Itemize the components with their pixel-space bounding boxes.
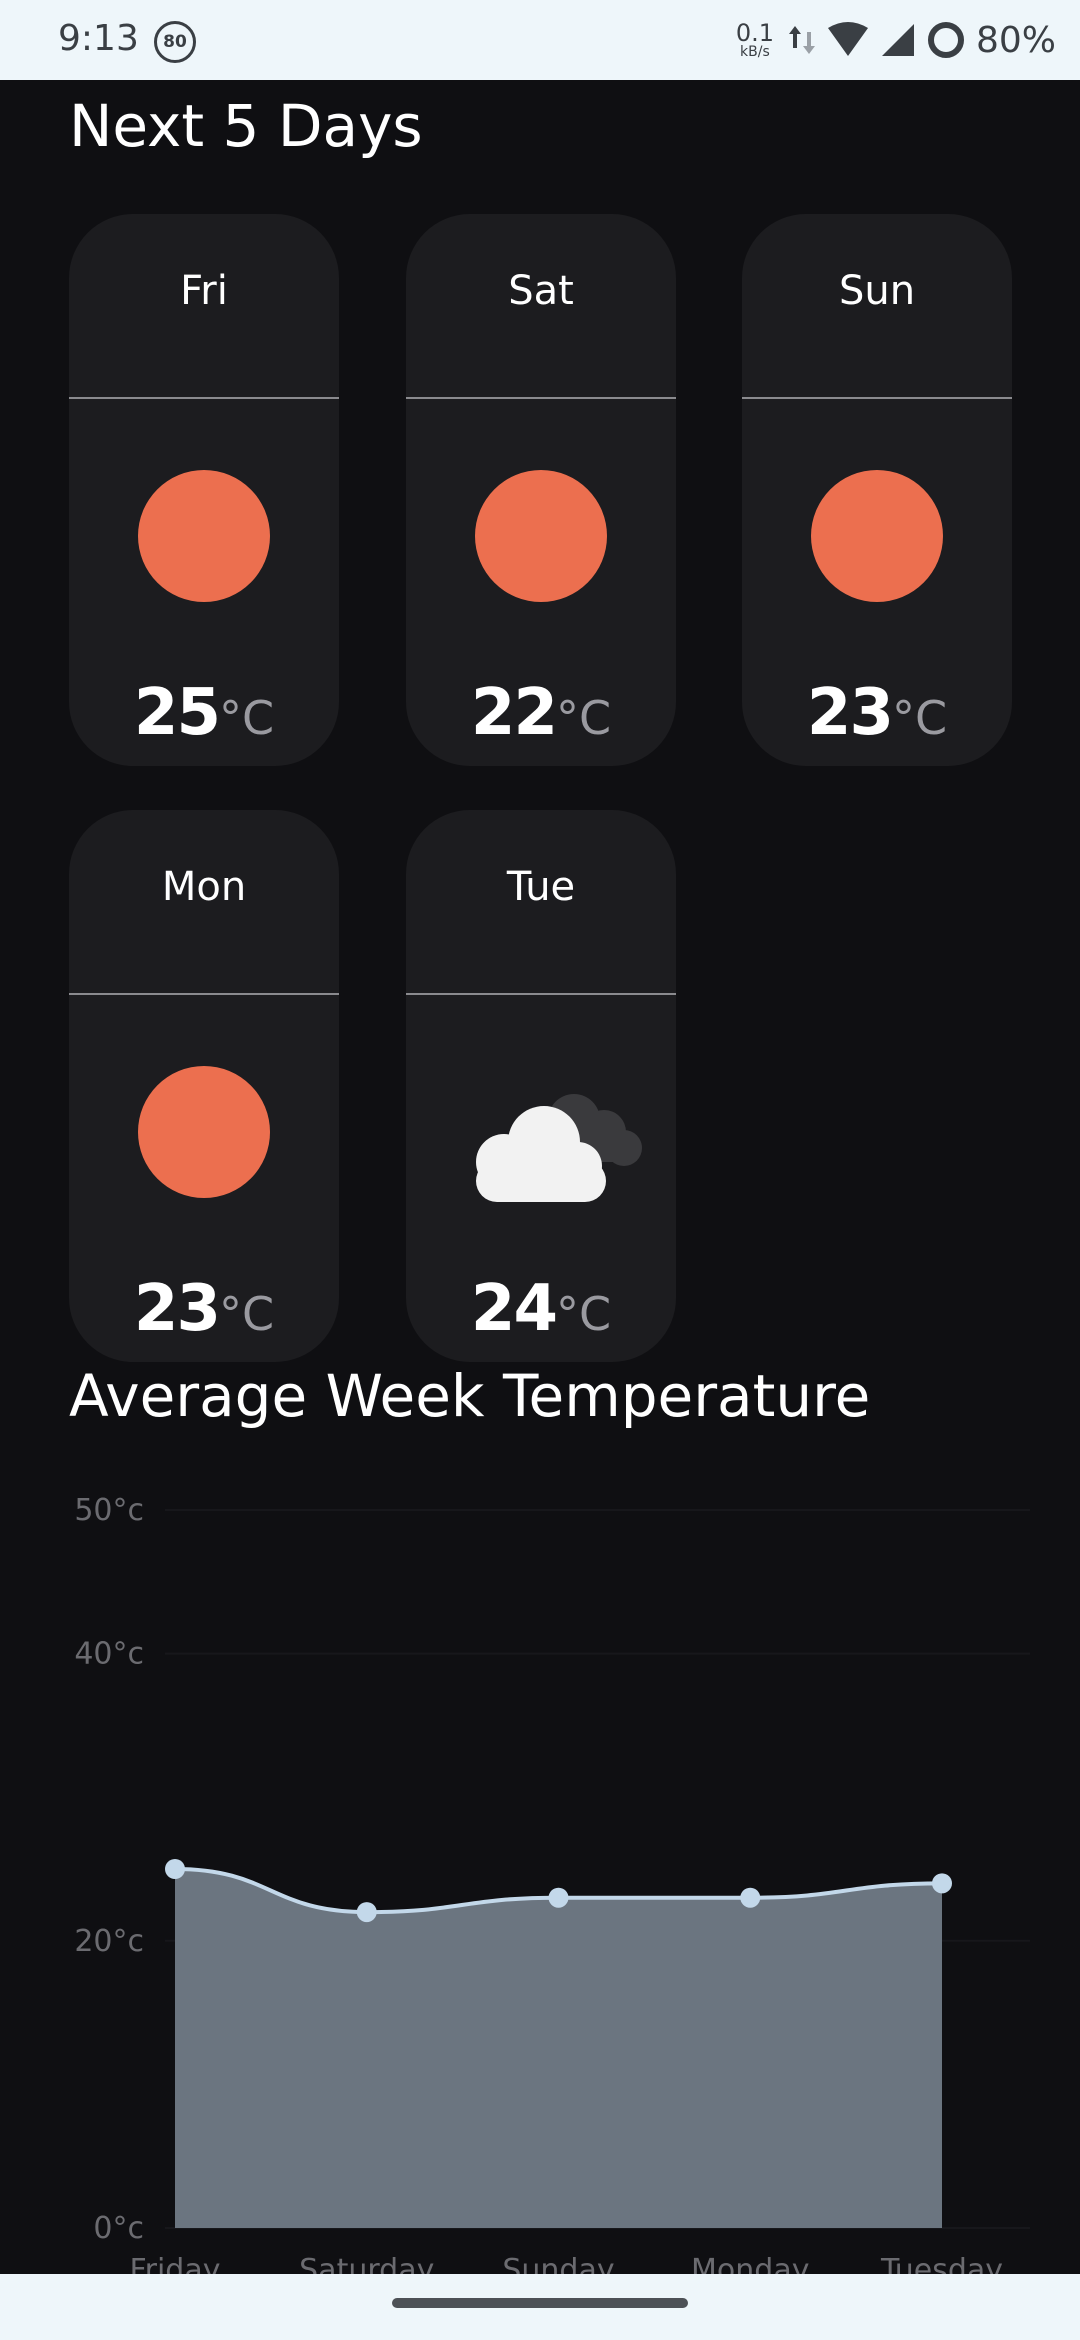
- cell-signal-icon: [881, 24, 914, 56]
- navigation-bar: [0, 2274, 1080, 2340]
- data-point-sunday[interactable]: [548, 1887, 569, 1908]
- x-tick-label: Monday: [691, 2253, 809, 2274]
- sun-icon: [138, 1066, 270, 1198]
- temperature-value: 24: [470, 1272, 558, 1346]
- card-temperature: 22°C: [406, 676, 676, 750]
- card-day-label: Fri: [180, 268, 228, 314]
- temperature-unit: °C: [555, 1287, 612, 1341]
- y-tick-label: 50°c: [74, 1493, 144, 1528]
- x-tick-label: Friday: [130, 2253, 221, 2274]
- card-day-label: Mon: [161, 864, 247, 910]
- network-speed-unit: kB/s: [740, 44, 770, 60]
- status-icons: 0.1 kB/s 80%: [736, 12, 1056, 68]
- temperature-unit: °C: [218, 691, 275, 745]
- y-tick-label: 0°c: [93, 2211, 144, 2246]
- card-temperature: 24°C: [406, 1272, 676, 1346]
- data-point-friday[interactable]: [165, 1859, 185, 1879]
- card-divider: [69, 397, 339, 399]
- card-divider: [69, 993, 339, 995]
- forecast-card-fri[interactable]: Fri 25°C: [69, 214, 339, 766]
- forecast-card-sun[interactable]: Sun 23°C: [742, 214, 1012, 766]
- card-divider: [406, 993, 676, 995]
- card-day-label: Sat: [508, 268, 574, 314]
- wifi-icon: [827, 22, 868, 56]
- temperature-value: 23: [133, 1272, 221, 1346]
- data-arrows-icon: [788, 26, 815, 54]
- x-tick-label: Tuesday: [880, 2253, 1003, 2274]
- cloud-icon: [476, 1094, 642, 1202]
- temperature-value: 23: [806, 676, 894, 750]
- y-tick-label: 20°c: [74, 1924, 144, 1959]
- card-temperature: 25°C: [69, 676, 339, 750]
- sun-icon: [811, 470, 943, 602]
- data-point-tuesday[interactable]: [932, 1873, 952, 1894]
- forecast-card-sat[interactable]: Sat 22°C: [406, 214, 676, 766]
- battery-percentage: 80%: [975, 19, 1056, 61]
- average-temperature-title: Average Week Temperature: [69, 1362, 871, 1430]
- sun-icon: [138, 470, 270, 602]
- temperature-value: 22: [470, 676, 558, 750]
- sun-icon: [475, 470, 607, 602]
- network-speed: 0.1 kB/s: [736, 21, 774, 59]
- temperature-value: 25: [133, 676, 221, 750]
- home-gesture-handle[interactable]: [392, 2298, 688, 2308]
- data-point-saturday[interactable]: [356, 1902, 377, 1923]
- forecast-title: Next 5 Days: [69, 92, 423, 160]
- status-bar: 9:13 80 0.1 kB/s 80%: [0, 0, 1080, 80]
- temperature-unit: °C: [555, 691, 612, 745]
- network-speed-value: 0.1: [735, 19, 774, 47]
- notification-badge-icon: 80: [154, 21, 196, 63]
- x-tick-label: Sunday: [502, 2253, 614, 2274]
- average-temperature-chart: 0°c 20°c 40°c 50°c Friday Saturday Sunday Mond…: [74, 1493, 1030, 2274]
- temperature-unit: °C: [218, 1287, 275, 1341]
- x-tick-label: Saturday: [299, 2253, 434, 2274]
- card-temperature: 23°C: [742, 676, 1012, 750]
- area-fill: [175, 1869, 942, 2228]
- y-tick-label: 40°c: [74, 1637, 144, 1672]
- card-divider: [406, 397, 676, 399]
- battery-icon: [927, 22, 964, 58]
- data-point-monday[interactable]: [740, 1887, 761, 1908]
- forecast-card-tue[interactable]: Tue 24°C: [406, 810, 676, 1362]
- card-temperature: 23°C: [69, 1272, 339, 1346]
- card-divider: [742, 397, 1012, 399]
- forecast-card-mon[interactable]: Mon 23°C: [69, 810, 339, 1362]
- card-day-label: Sun: [838, 268, 916, 314]
- status-time: 9:13: [58, 18, 139, 59]
- temperature-unit: °C: [891, 691, 948, 745]
- card-day-label: Tue: [506, 864, 576, 910]
